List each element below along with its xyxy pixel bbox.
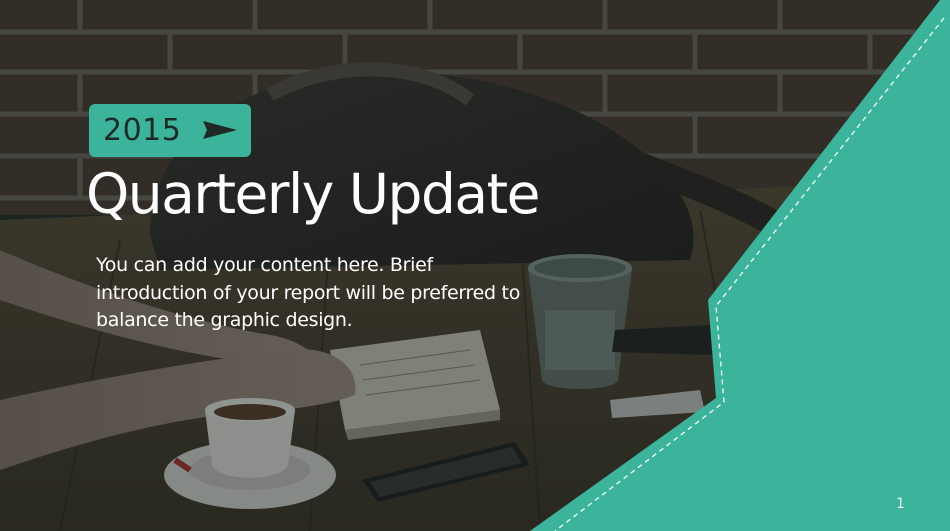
slide-title: Quarterly Update [86, 162, 540, 226]
presentation-slide: 2015 Quarterly Update You can add your c… [0, 0, 950, 531]
year-badge: 2015 [89, 104, 251, 157]
page-number: 1 [896, 496, 905, 512]
slide-intro-text: You can add your content here. Brief int… [96, 254, 521, 331]
year-label: 2015 [103, 112, 182, 148]
play-arrow-icon [203, 121, 237, 139]
